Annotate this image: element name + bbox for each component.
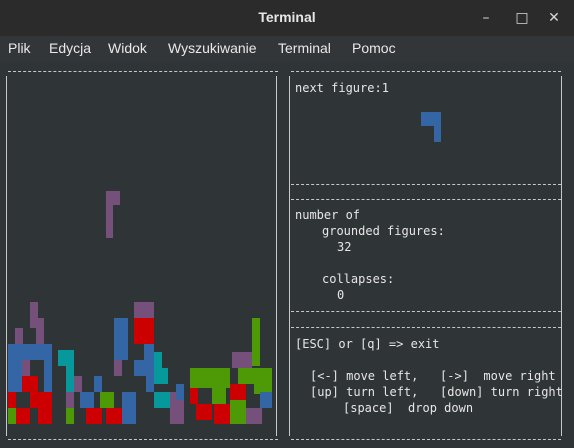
stack-block (16, 408, 30, 424)
menu-pomoc[interactable]: Pomoc (352, 40, 396, 56)
grounded-figures-value: 32 (337, 240, 352, 254)
stack-block (94, 376, 102, 392)
stack-block (100, 392, 114, 408)
collapses-value: 0 (337, 288, 345, 302)
help-panel-bottom-border (291, 439, 561, 440)
stack-block (8, 344, 22, 360)
stack-block (106, 408, 122, 424)
stack-block (8, 392, 16, 408)
stack-block (214, 404, 230, 424)
next-figure-label: next figure:1 (295, 81, 389, 95)
help-exit: [ESC] or [q] => exit (295, 337, 440, 351)
stack-block (190, 368, 230, 388)
stack-block (260, 392, 272, 408)
collapses-label: collapses: (322, 272, 395, 286)
stack-block (246, 408, 262, 424)
stack-block (114, 318, 128, 360)
stack-block (66, 408, 74, 424)
maximize-button[interactable]: □ (512, 8, 532, 28)
menu-terminal[interactable]: Terminal (278, 40, 331, 56)
stack-block (176, 384, 184, 400)
stack-block (146, 360, 154, 392)
stack-block (58, 350, 74, 366)
menu-edycja[interactable]: Edycja (49, 40, 91, 56)
close-button[interactable]: ✕ (544, 8, 564, 28)
terminal-window: Terminal – □ ✕ Plik Edycja Widok Wyszuki… (0, 0, 574, 448)
stack-block (8, 360, 22, 376)
stack-block (66, 366, 74, 392)
title-bar: Terminal – □ ✕ (0, 0, 574, 37)
stack-block (38, 344, 52, 360)
stats-panel-bottom-border (291, 311, 561, 312)
board-top-border (8, 71, 278, 72)
stack-block (254, 368, 272, 394)
help-row1: [<-] move left, [->] move right (310, 369, 556, 383)
stats-line2: grounded figures: (322, 224, 445, 238)
menu-wyszukiwanie[interactable]: Wyszukiwanie (168, 40, 257, 56)
stack-block (22, 344, 38, 360)
stack-block (122, 392, 136, 424)
panel-left-border (289, 76, 290, 436)
stack-block (252, 318, 260, 366)
terminal-area[interactable]: next figure:1 number of grounded figures… (0, 62, 574, 448)
stack-block (22, 360, 30, 376)
stack-block (232, 352, 252, 368)
stack-block (212, 388, 226, 404)
panel-top-border (291, 71, 561, 72)
stack-block (74, 376, 82, 392)
help-row2: [up] turn left, [down] turn right (310, 385, 563, 399)
minimize-button[interactable]: – (476, 8, 496, 28)
help-panel-top-border (291, 327, 561, 328)
menu-bar: Plik Edycja Widok Wyszukiwanie Terminal … (0, 36, 574, 62)
stack-block (22, 376, 30, 392)
board-right-border (276, 76, 277, 436)
menu-widok[interactable]: Widok (108, 40, 147, 56)
help-row3: [space] drop down (343, 401, 474, 415)
stack-block (66, 392, 74, 408)
stack-block (134, 318, 154, 344)
next-figure-block (434, 112, 441, 142)
stack-block (80, 392, 94, 408)
board-bottom-border (8, 439, 278, 440)
stack-block (144, 344, 154, 360)
stack-block (134, 302, 154, 318)
stack-block (154, 368, 168, 384)
stats-line1: number of (295, 208, 361, 222)
stats-panel-top-border (291, 199, 561, 200)
board-left-border (6, 76, 7, 436)
stack-block (154, 352, 162, 368)
stack-block (154, 392, 170, 408)
stack-block (190, 388, 198, 404)
stack-block (230, 400, 246, 424)
stack-block (86, 408, 102, 424)
next-panel-bottom-border (291, 184, 561, 185)
stack-block (8, 376, 22, 392)
menu-plik[interactable]: Plik (8, 40, 31, 56)
stack-block (36, 318, 44, 344)
stack-block (30, 392, 38, 408)
falling-piece-block (106, 191, 113, 238)
stack-block (30, 376, 38, 392)
panel-right-border (561, 76, 562, 436)
stack-block (38, 392, 52, 424)
stack-block (238, 368, 254, 384)
stack-block (196, 404, 212, 420)
stack-block (15, 328, 23, 344)
stack-block (230, 384, 246, 400)
stack-block (114, 360, 122, 376)
